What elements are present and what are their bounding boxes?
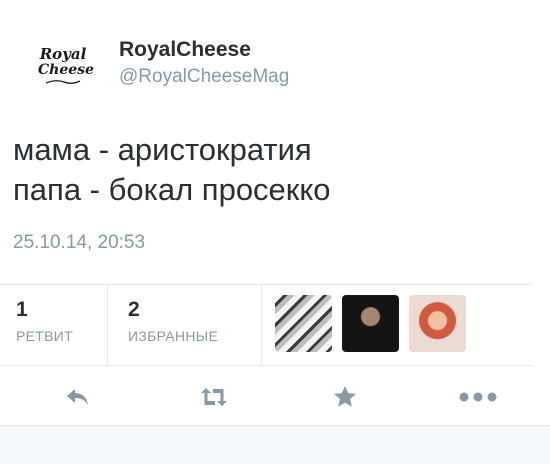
retweet-button[interactable] <box>196 384 232 410</box>
favorite-icon <box>334 386 356 407</box>
reply-icon <box>67 389 88 405</box>
retweet-label: РЕТВИТ <box>16 328 73 344</box>
logo-text-line2: Cheese <box>38 61 94 78</box>
favorites-label: ИЗБРАННЫЕ <box>128 328 219 344</box>
stats-divider-bottom <box>0 365 532 366</box>
retweet-stat[interactable]: 1 РЕТВИТ <box>16 298 73 344</box>
account-name[interactable]: RoyalCheese <box>119 38 251 62</box>
favorite-button[interactable] <box>332 384 358 410</box>
favoriter-avatar[interactable] <box>409 295 466 352</box>
logo-swash-icon <box>45 79 81 84</box>
tweet-text: мама - аристократия папа - бокал просекк… <box>13 130 533 210</box>
logo-text-line1: Royal <box>39 44 87 63</box>
reply-button[interactable] <box>65 384 91 410</box>
favoriter-avatar[interactable] <box>342 295 399 352</box>
favoriter-avatar[interactable] <box>275 295 332 352</box>
tweet-text-line: мама - аристократия <box>13 132 312 167</box>
retweet-count: 1 <box>16 298 28 321</box>
tweet-card: Royal Cheese RoyalCheese @RoyalCheeseMag… <box>0 0 550 464</box>
account-handle[interactable]: @RoyalCheeseMag <box>119 66 289 88</box>
retweet-icon <box>201 388 227 406</box>
stat-separator <box>261 284 262 365</box>
favorites-stat[interactable]: 2 ИЗБРАННЫЕ <box>128 298 218 344</box>
favorites-count: 2 <box>128 298 140 321</box>
tweet-footer <box>0 425 550 464</box>
tweet-text-line: папа - бокал просекко <box>13 172 331 207</box>
stat-separator <box>107 284 108 365</box>
more-button[interactable] <box>458 384 498 410</box>
profile-avatar[interactable]: Royal Cheese <box>30 38 96 92</box>
stats-divider-top <box>0 284 532 285</box>
tweet-timestamp[interactable]: 25.10.14, 20:53 <box>13 232 145 254</box>
more-icon <box>459 392 497 402</box>
